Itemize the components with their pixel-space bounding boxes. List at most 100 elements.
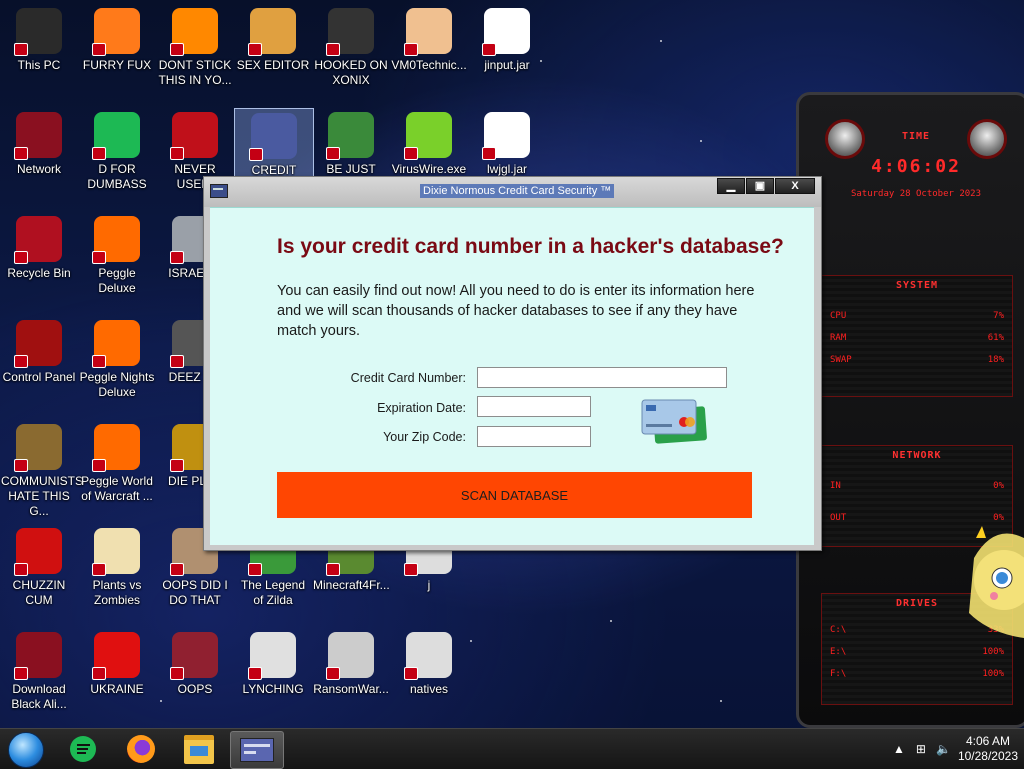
desktop-icon-label: LYNCHING (242, 682, 304, 696)
peggle-nights-icon (92, 320, 140, 368)
clock-date: 10/28/2023 (957, 749, 1018, 763)
desktop-icon-label: Peggle Nights Deluxe (79, 370, 155, 399)
xonix-game-icon (326, 8, 374, 56)
desktop-icon[interactable]: Download Black Ali... (0, 628, 78, 728)
drive-f-value: 100% (982, 669, 1004, 679)
desktop-icon-label: This PC (17, 58, 61, 72)
file-explorer-icon (184, 734, 214, 764)
desktop-icon[interactable]: FURRY FUX (78, 4, 156, 104)
start-orb-icon[interactable] (8, 732, 44, 768)
desktop-icon[interactable]: Plants vs Zombies (78, 524, 156, 624)
desktop-icon[interactable]: Peggle Nights Deluxe (78, 316, 156, 416)
alien-orb-icon (14, 632, 62, 680)
lock-overlay-icon (248, 43, 262, 56)
drive-f-label: F:\ (830, 669, 847, 679)
taskbar-credit-card-checker[interactable] (230, 731, 284, 769)
desktop-icon[interactable]: natives (390, 628, 468, 728)
file-icon (404, 632, 452, 680)
desktop-icon-label: Plants vs Zombies (92, 578, 142, 607)
desktop-icon[interactable]: SEX EDITOR (234, 4, 312, 104)
desktop-icon-label: CHUZZIN CUM (12, 578, 66, 607)
window-titlebar[interactable]: Dixie Normous Credit Card Security ™ ▁ ▣… (204, 177, 821, 207)
network-orb-icon (14, 112, 62, 160)
desktop-icon[interactable]: OOPS (156, 628, 234, 728)
clock-time: 4:06 AM (965, 734, 1010, 748)
widget-network-title: NETWORK (892, 450, 942, 461)
lock-overlay-icon (14, 43, 28, 56)
desktop-icon[interactable]: Peggle World of Warcraft ... (78, 420, 156, 520)
credit-cards-icon (640, 398, 710, 448)
desktop-icon[interactable]: RansomWar... (312, 628, 390, 728)
close-button[interactable]: X (775, 178, 815, 194)
desktop-icon-label: j (427, 578, 431, 592)
expiration-date-input[interactable] (477, 396, 591, 417)
lock-overlay-icon (482, 147, 496, 160)
window-content: Is your credit card number in a hacker's… (210, 207, 814, 545)
d-green-icon (92, 112, 140, 160)
desktop-icon-label: VirusWire.exe (391, 162, 467, 176)
scan-database-button[interactable]: SCAN DATABASE (277, 472, 752, 518)
desktop-icon[interactable]: COMMUNISTS HATE THIS G... (0, 420, 83, 520)
maximize-button[interactable]: ▣ (746, 178, 774, 194)
desktop-icon[interactable]: Recycle Bin (0, 212, 78, 312)
net-in-value: 0% (993, 481, 1004, 491)
desktop-icon[interactable]: VM0Technic... (390, 4, 468, 104)
money-bag-icon (14, 424, 62, 472)
taskbar-file-explorer[interactable] (176, 731, 222, 767)
lime-wheel-icon (404, 112, 452, 160)
cartoon-character-image (964, 518, 1024, 642)
credit-card-checker-window: Dixie Normous Credit Card Security ™ ▁ ▣… (203, 176, 822, 551)
desktop-icon[interactable]: LYNCHING (234, 628, 312, 728)
widget-clock: 4:06:02 (871, 156, 961, 177)
desktop-icon-label: jinput.jar (484, 58, 530, 72)
desktop-icon[interactable]: jinput.jar (468, 4, 546, 104)
lock-overlay-icon (170, 667, 184, 680)
zip-code-input[interactable] (477, 426, 591, 447)
lock-overlay-icon (170, 355, 184, 368)
desktop-icon[interactable]: Network (0, 108, 78, 208)
desktop-icon[interactable]: DONT STICK THIS IN YO... (156, 4, 234, 104)
desktop-icon-label: The Legend of Zilda (240, 578, 306, 607)
window-title: Dixie Normous Credit Card Security ™ (420, 184, 615, 198)
widget-date: Saturday 28 October 2023 (850, 189, 982, 199)
java-jar-icon (482, 8, 530, 56)
taskbar-d-app[interactable] (60, 731, 106, 767)
cpu-label: CPU (830, 311, 847, 321)
swap-value: 18% (987, 355, 1004, 365)
minimize-button[interactable]: ▁ (717, 178, 745, 194)
show-hidden-icons-icon[interactable]: ▲ (892, 742, 906, 756)
desktop-icon[interactable]: HOOKED ON XONIX (312, 4, 390, 104)
card-number-input[interactable] (477, 367, 727, 388)
desktop-icon[interactable]: Peggle Deluxe (78, 212, 156, 312)
widget-time-title: TIME (901, 131, 931, 142)
card-number-label: Credit Card Number: (350, 371, 466, 385)
desktop-icon[interactable]: D FOR DUMBASS (78, 108, 156, 208)
control-panel-icon (14, 320, 62, 368)
desktop-icon-label: D FOR DUMBASS (87, 162, 147, 191)
lock-overlay-icon (404, 43, 418, 56)
java-jar-icon (482, 112, 530, 160)
window-system-icon[interactable] (210, 184, 228, 198)
swap-label: SWAP (830, 355, 852, 365)
lock-overlay-icon (170, 43, 184, 56)
lock-overlay-icon (248, 667, 262, 680)
ram-value: 61% (987, 333, 1004, 343)
desktop-icon-label: Peggle World of Warcraft ... (81, 474, 153, 503)
volume-icon[interactable]: 🔈 (936, 742, 951, 756)
lock-overlay-icon (404, 563, 418, 576)
taskbar: ▲ ⊞ 🔈 4:06 AM 10/28/2023 (0, 728, 1024, 769)
desktop-icon[interactable]: This PC (0, 4, 78, 104)
desktop-icon-label: natives (409, 682, 449, 696)
lock-overlay-icon (170, 459, 184, 472)
desktop-icon-label: RansomWar... (313, 682, 389, 696)
network-status-icon[interactable]: ⊞ (914, 742, 928, 756)
taskbar-firefox[interactable] (118, 731, 164, 767)
lock-overlay-icon (404, 667, 418, 680)
desktop-icon-label: Peggle Deluxe (98, 266, 136, 295)
desktop-icon[interactable]: Control Panel (0, 316, 78, 416)
desktop-icon[interactable]: CHUZZIN CUM (0, 524, 78, 624)
credit-card-checker-icon (240, 738, 274, 762)
desktop-icon[interactable]: UKRAINE (78, 628, 156, 728)
taskbar-clock[interactable]: 4:06 AM 10/28/2023 (958, 734, 1018, 764)
desktop-icon-label: SEX EDITOR (236, 58, 310, 72)
